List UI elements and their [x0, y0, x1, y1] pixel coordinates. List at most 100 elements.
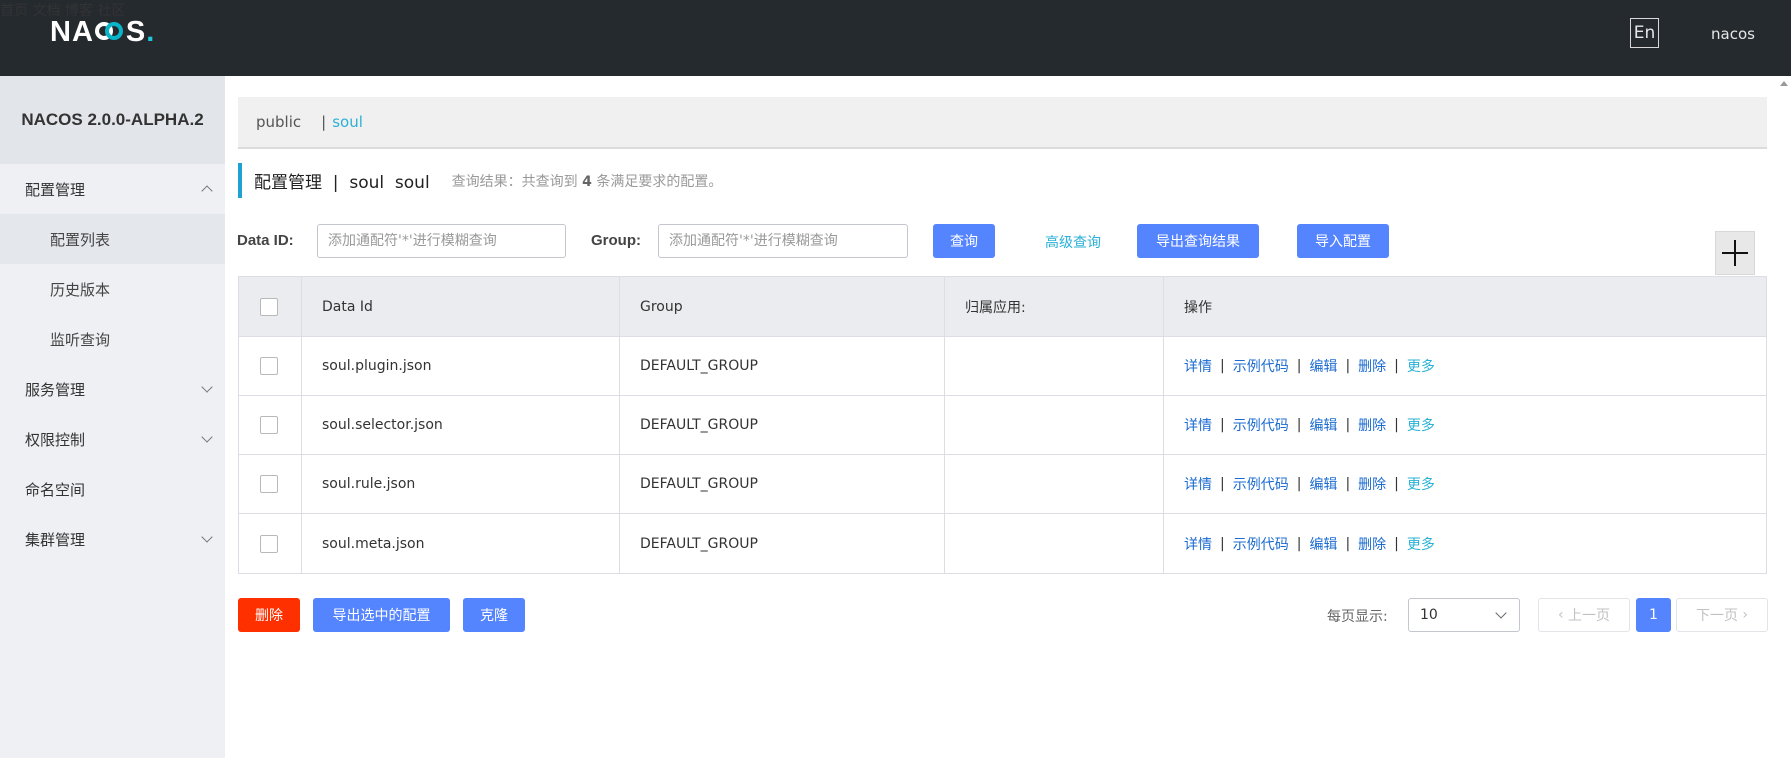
prev-page-button[interactable]: ‹ 上一页: [1538, 598, 1630, 632]
import-config-button[interactable]: 导入配置: [1297, 224, 1389, 258]
namespace-separator: |: [321, 113, 327, 131]
sidebar-item-listener-query[interactable]: 监听查询: [0, 314, 225, 364]
row-checkbox[interactable]: [260, 357, 278, 375]
namespace-current[interactable]: soul: [332, 113, 363, 131]
edit-link[interactable]: 编辑: [1309, 534, 1337, 554]
table-row: soul.meta.json DEFAULT_GROUP 详情 | 示例代码 | 编辑 |…: [239, 514, 1766, 573]
page-title: 配置管理 | soul soul: [254, 173, 430, 193]
clone-button[interactable]: 克隆: [463, 598, 525, 632]
export-selected-button[interactable]: 导出选中的配置: [313, 598, 450, 632]
query-button[interactable]: 查询: [933, 224, 995, 258]
cell-group: DEFAULT_GROUP: [620, 514, 945, 573]
row-checkbox[interactable]: [260, 475, 278, 493]
more-link[interactable]: 更多: [1407, 534, 1435, 554]
more-link[interactable]: 更多: [1407, 474, 1435, 494]
sidebar-item-label: 集群管理: [25, 530, 86, 549]
sidebar-item-history[interactable]: 历史版本: [0, 264, 225, 314]
sample-code-link[interactable]: 示例代码: [1233, 474, 1289, 494]
table-row: soul.rule.json DEFAULT_GROUP 详情 | 示例代码 | 编辑 |…: [239, 455, 1766, 514]
sidebar: NACOS 2.0.0-ALPHA.2 配置管理 配置列表 历史版本 监听查询 …: [0, 76, 225, 758]
column-header-dataid: Data Id: [302, 277, 620, 336]
sidebar-item-label: 权限控制: [25, 430, 86, 449]
nacos-logo[interactable]: NAS.: [50, 14, 155, 50]
more-link[interactable]: 更多: [1407, 356, 1435, 376]
table-row: soul.selector.json DEFAULT_GROUP 详情 | 示例代码…: [239, 396, 1766, 455]
export-results-button[interactable]: 导出查询结果: [1137, 224, 1259, 258]
row-checkbox[interactable]: [260, 534, 278, 553]
table-row: soul.plugin.json DEFAULT_GROUP 详情 | 示例代码 | 编…: [239, 337, 1766, 396]
chevron-down-icon: [201, 381, 213, 393]
chevron-down-icon: [1495, 607, 1507, 619]
namespace-public[interactable]: public: [256, 113, 301, 131]
sidebar-item-cluster-management[interactable]: 集群管理: [0, 514, 225, 564]
cell-ops: 详情 | 示例代码 | 编辑 | 删除 | 更多: [1184, 356, 1435, 376]
detail-link[interactable]: 详情: [1184, 356, 1212, 376]
table-header-row: Data Id Group 归属应用: 操作: [239, 277, 1766, 337]
cell-dataid: soul.plugin.json: [302, 337, 620, 395]
dataid-search-input[interactable]: [317, 224, 566, 258]
chevron-right-icon: ›: [1737, 607, 1749, 623]
detail-link[interactable]: 详情: [1184, 474, 1212, 494]
result-summary: 查询结果：共查询到 4 条满足要求的配置。: [451, 173, 723, 190]
sidebar-item-label: 命名空间: [25, 480, 86, 499]
per-page-select[interactable]: 10: [1408, 598, 1520, 632]
namespace-bar: public | soul: [238, 97, 1767, 149]
sidebar-item-config-list[interactable]: 配置列表: [0, 214, 225, 264]
cell-dataid: soul.selector.json: [302, 396, 620, 454]
delete-link[interactable]: 删除: [1358, 415, 1386, 435]
per-page-label: 每页显示:: [1327, 609, 1388, 625]
logo-mark-icon: [94, 21, 125, 43]
scroll-up-icon[interactable]: [1780, 81, 1788, 86]
detail-link[interactable]: 详情: [1184, 415, 1212, 435]
chevron-left-icon: ‹: [1557, 607, 1569, 623]
sidebar-item-label: 配置管理: [25, 180, 86, 199]
sidebar-brand: NACOS 2.0.0-ALPHA.2: [0, 76, 225, 164]
detail-link[interactable]: 详情: [1184, 534, 1212, 554]
per-page-value: 10: [1420, 607, 1438, 623]
group-label: Group:: [591, 232, 641, 249]
sample-code-link[interactable]: 示例代码: [1233, 534, 1289, 554]
cell-app: [945, 514, 1164, 573]
add-config-button[interactable]: [1715, 231, 1755, 275]
cell-group: DEFAULT_GROUP: [620, 455, 945, 513]
chevron-down-icon: [201, 431, 213, 443]
select-all-checkbox[interactable]: [260, 297, 278, 316]
cell-group: DEFAULT_GROUP: [620, 337, 945, 395]
sidebar-item-label: 监听查询: [50, 330, 111, 349]
delete-link[interactable]: 删除: [1358, 534, 1386, 554]
advanced-query-link[interactable]: 高级查询: [1045, 232, 1101, 252]
select-all-cell: [239, 277, 302, 336]
cell-app: [945, 455, 1164, 513]
nav-home[interactable]: 首页: [0, 3, 28, 19]
sidebar-item-namespace[interactable]: 命名空间: [0, 464, 225, 514]
user-name[interactable]: nacos: [1711, 25, 1755, 43]
dataid-label: Data ID:: [237, 232, 294, 249]
delete-selected-button[interactable]: 删除: [238, 598, 300, 632]
sidebar-item-service-management[interactable]: 服务管理: [0, 364, 225, 414]
more-link[interactable]: 更多: [1407, 415, 1435, 435]
sample-code-link[interactable]: 示例代码: [1233, 356, 1289, 376]
sidebar-item-label: 历史版本: [50, 280, 111, 299]
delete-link[interactable]: 删除: [1358, 474, 1386, 494]
language-toggle-button[interactable]: En: [1630, 18, 1659, 48]
column-header-ops: 操作: [1184, 299, 1212, 316]
config-table: Data Id Group 归属应用: 操作 soul.plugin.json …: [238, 276, 1767, 574]
group-search-input[interactable]: [658, 224, 908, 258]
cell-ops: 详情 | 示例代码 | 编辑 | 删除 | 更多: [1184, 415, 1435, 435]
cell-group: DEFAULT_GROUP: [620, 396, 945, 454]
cell-app: [945, 337, 1164, 395]
sidebar-item-config-management[interactable]: 配置管理: [0, 164, 225, 214]
delete-link[interactable]: 删除: [1358, 356, 1386, 376]
sidebar-item-access-control[interactable]: 权限控制: [0, 414, 225, 464]
page-1-button[interactable]: 1: [1636, 598, 1671, 632]
next-page-button[interactable]: 下一页 ›: [1676, 598, 1768, 632]
chevron-up-icon: [201, 185, 213, 197]
sample-code-link[interactable]: 示例代码: [1233, 415, 1289, 435]
cell-dataid: soul.meta.json: [302, 514, 620, 573]
edit-link[interactable]: 编辑: [1309, 415, 1337, 435]
cell-ops: 详情 | 示例代码 | 编辑 | 删除 | 更多: [1184, 534, 1435, 554]
row-checkbox[interactable]: [260, 416, 278, 434]
top-bar: NAS. 首页 文档 博客 社区 En nacos: [0, 0, 1791, 76]
edit-link[interactable]: 编辑: [1309, 356, 1337, 376]
edit-link[interactable]: 编辑: [1309, 474, 1337, 494]
